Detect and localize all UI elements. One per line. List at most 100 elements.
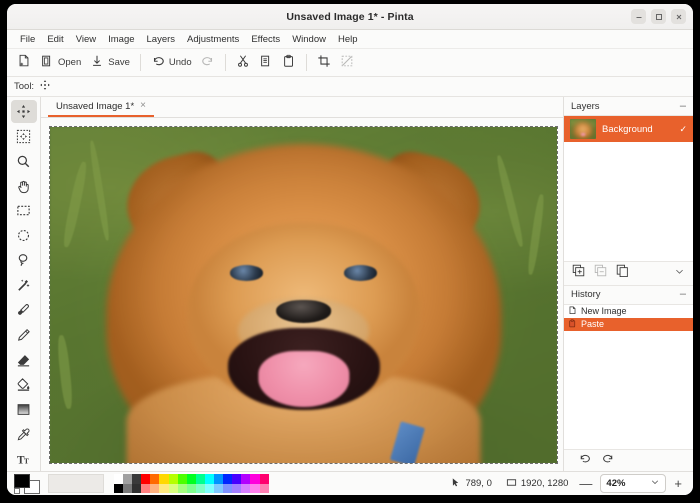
add-layer-icon[interactable]: [572, 264, 585, 282]
menu-effects[interactable]: Effects: [245, 32, 286, 47]
copy-button[interactable]: [255, 52, 277, 74]
palette-swatch[interactable]: [214, 474, 223, 484]
chevron-down-icon[interactable]: [650, 477, 660, 490]
open-button[interactable]: Open: [36, 52, 85, 74]
move-selected-icon[interactable]: [39, 78, 51, 96]
image-canvas[interactable]: [50, 127, 557, 463]
color-swatches[interactable]: [14, 474, 40, 494]
palette-swatch[interactable]: [169, 484, 178, 494]
history-row-new-image[interactable]: New Image: [564, 305, 693, 318]
palette-swatch[interactable]: [141, 484, 150, 494]
history-row-paste[interactable]: Paste: [564, 318, 693, 331]
zoom-combobox[interactable]: 42%: [600, 474, 666, 493]
new-file-button[interactable]: [13, 52, 35, 74]
duplicate-layer-icon[interactable]: [616, 264, 629, 282]
palette-swatch[interactable]: [169, 474, 178, 484]
palette-swatch[interactable]: [114, 474, 123, 484]
palette-swatch[interactable]: [232, 484, 241, 494]
tool-pencil[interactable]: [11, 324, 37, 347]
zoom-out-button[interactable]: —: [575, 477, 596, 490]
paste-button[interactable]: [278, 52, 300, 74]
tool-eraser[interactable]: [11, 349, 37, 372]
history-redo-icon[interactable]: [602, 452, 615, 470]
tool-text[interactable]: TT: [11, 448, 37, 471]
deselect-button[interactable]: [336, 52, 358, 74]
layer-visibility-checkbox[interactable]: ✓: [679, 124, 687, 135]
palette-swatch[interactable]: [141, 474, 150, 484]
tool-pan[interactable]: [11, 175, 37, 198]
tool-gradient[interactable]: [11, 398, 37, 421]
menu-window[interactable]: Window: [286, 32, 332, 47]
layers-minimize-icon[interactable]: –: [680, 101, 686, 112]
cursor-position-status: 789, 0: [443, 477, 498, 491]
history-minimize-icon[interactable]: –: [680, 289, 686, 300]
tool-paint-bucket[interactable]: [11, 373, 37, 396]
palette-swatch[interactable]: [260, 484, 269, 494]
palette-swatch[interactable]: [178, 474, 187, 484]
tool-magic-wand[interactable]: [11, 274, 37, 297]
tool-rectangle-select[interactable]: [11, 199, 37, 222]
menu-layers[interactable]: Layers: [141, 32, 182, 47]
zoom-in-button[interactable]: +: [670, 477, 686, 490]
tool-lasso-select[interactable]: [11, 249, 37, 272]
palette-swatch[interactable]: [250, 484, 259, 494]
cut-button[interactable]: [232, 52, 254, 74]
palette-swatch[interactable]: [223, 474, 232, 484]
tool-move-selection[interactable]: [11, 125, 37, 148]
palette-swatch[interactable]: [241, 484, 250, 494]
menu-adjustments[interactable]: Adjustments: [181, 32, 245, 47]
palette-swatch[interactable]: [214, 484, 223, 494]
menu-view[interactable]: View: [70, 32, 102, 47]
recently-used-colors[interactable]: [48, 474, 104, 493]
tool-color-picker[interactable]: [11, 423, 37, 446]
primary-color-swatch[interactable]: [14, 474, 30, 488]
palette-swatch[interactable]: [241, 474, 250, 484]
palette-swatch[interactable]: [196, 474, 205, 484]
palette-swatch[interactable]: [132, 474, 141, 484]
palette-swatch[interactable]: [223, 484, 232, 494]
layer-menu-chevron-icon[interactable]: [674, 264, 685, 282]
undo-button[interactable]: Undo: [147, 52, 196, 74]
palette-swatch[interactable]: [123, 474, 132, 484]
palette-swatch[interactable]: [132, 484, 141, 494]
palette-swatch[interactable]: [250, 474, 259, 484]
palette-swatch[interactable]: [178, 484, 187, 494]
history-list[interactable]: New Image Paste: [564, 305, 693, 450]
tool-ellipse-select[interactable]: [11, 224, 37, 247]
reset-colors-icon[interactable]: [14, 488, 20, 494]
palette-swatch[interactable]: [187, 474, 196, 484]
tab-close-icon[interactable]: ×: [140, 101, 146, 111]
palette-swatch[interactable]: [159, 474, 168, 484]
palette-swatch[interactable]: [150, 474, 159, 484]
canvas-viewport[interactable]: [41, 118, 563, 471]
palette-swatch[interactable]: [150, 484, 159, 494]
menu-image[interactable]: Image: [102, 32, 140, 47]
palette-swatch[interactable]: [114, 484, 123, 494]
history-undo-icon[interactable]: [578, 452, 591, 470]
menu-file[interactable]: File: [14, 32, 41, 47]
menu-help[interactable]: Help: [332, 32, 364, 47]
menu-edit[interactable]: Edit: [41, 32, 69, 47]
layer-row-background[interactable]: Background ✓: [564, 116, 693, 142]
color-palette[interactable]: [114, 474, 269, 493]
maximize-button[interactable]: [651, 9, 666, 24]
crop-button[interactable]: [313, 52, 335, 74]
tab-unsaved-image-1[interactable]: Unsaved Image 1* ×: [48, 97, 154, 117]
palette-swatch[interactable]: [205, 474, 214, 484]
save-button[interactable]: Save: [86, 52, 134, 74]
palette-swatch[interactable]: [123, 484, 132, 494]
layers-list[interactable]: Background ✓: [564, 116, 693, 261]
palette-swatch[interactable]: [196, 484, 205, 494]
tool-zoom[interactable]: [11, 150, 37, 173]
palette-swatch[interactable]: [260, 474, 269, 484]
palette-swatch[interactable]: [159, 484, 168, 494]
palette-swatch[interactable]: [232, 474, 241, 484]
palette-swatch[interactable]: [205, 484, 214, 494]
tool-move-selected[interactable]: [11, 100, 37, 123]
redo-button[interactable]: [197, 52, 219, 74]
minimize-button[interactable]: [631, 9, 646, 24]
remove-layer-icon[interactable]: [594, 264, 607, 282]
palette-swatch[interactable]: [187, 484, 196, 494]
tool-paintbrush[interactable]: [11, 299, 37, 322]
close-button[interactable]: [671, 9, 686, 24]
